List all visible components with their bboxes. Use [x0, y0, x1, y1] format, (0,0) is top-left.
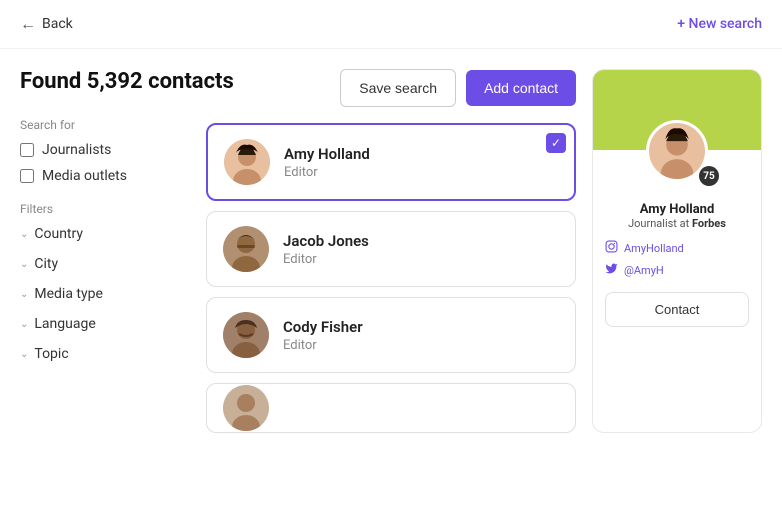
results-actions: Save search Add contact [340, 69, 576, 107]
contact-info-jacob: Jacob Jones Editor [283, 232, 559, 267]
twitter-handle: @AmyH [624, 264, 664, 277]
detail-outlet: Forbes [692, 217, 726, 230]
twitter-item[interactable]: @AmyH [605, 262, 749, 278]
detail-avatar-wrap: 75 [593, 120, 761, 182]
contact-card-fourth[interactable] [206, 383, 576, 433]
media-outlets-checkbox[interactable]: Media outlets [20, 168, 190, 184]
chevron-down-icon: ⌄ [20, 289, 28, 300]
media-outlets-checkbox-input[interactable] [20, 169, 34, 183]
detail-panel: 75 Amy Holland Journalist at Forbes AmyH… [592, 69, 762, 433]
filter-media-type[interactable]: ⌄ Media type [20, 286, 190, 302]
save-search-button[interactable]: Save search [340, 69, 456, 107]
score-badge: 75 [699, 166, 719, 186]
new-search-button[interactable]: + New search [677, 16, 762, 32]
chevron-down-icon: ⌄ [20, 319, 28, 330]
filter-city[interactable]: ⌄ City [20, 256, 190, 272]
filter-topic-label: Topic [34, 346, 68, 362]
chevron-down-icon: ⌄ [20, 349, 28, 360]
back-arrow-icon: ← [20, 14, 36, 34]
results-area: Save search Add contact Amy Holland [206, 69, 576, 433]
journalists-checkbox[interactable]: Journalists [20, 142, 190, 158]
detail-name: Amy Holland [605, 202, 749, 217]
chevron-down-icon: ⌄ [20, 259, 28, 270]
contact-info-fourth [283, 407, 559, 409]
avatar-jacob [223, 226, 269, 272]
filter-media-type-label: Media type [34, 286, 103, 302]
contact-button[interactable]: Contact [605, 292, 749, 327]
found-title: Found 5,392 contacts [20, 69, 190, 94]
journalists-checkbox-input[interactable] [20, 143, 34, 157]
media-outlets-label: Media outlets [42, 168, 127, 184]
journalists-label: Journalists [42, 142, 111, 158]
filter-language-label: Language [34, 316, 95, 332]
search-for-label: Search for [20, 118, 190, 132]
results-header: Save search Add contact [206, 69, 576, 107]
twitter-icon [605, 262, 618, 278]
contact-role-cody: Editor [283, 338, 559, 353]
contact-role-jacob: Editor [283, 252, 559, 267]
contact-name-amy: Amy Holland [284, 145, 558, 163]
contact-card-cody[interactable]: Cody Fisher Editor [206, 297, 576, 373]
back-label: Back [42, 16, 73, 32]
contact-info-cody: Cody Fisher Editor [283, 318, 559, 353]
avatar-cody [223, 312, 269, 358]
contact-name-cody: Cody Fisher [283, 318, 559, 336]
header: ← Back + New search [0, 0, 782, 49]
instagram-handle: AmyHolland [624, 242, 684, 255]
sidebar: Found 5,392 contacts Search for Journali… [20, 69, 190, 433]
add-contact-button[interactable]: Add contact [466, 70, 576, 106]
filter-country-label: Country [34, 226, 83, 242]
filter-country[interactable]: ⌄ Country [20, 226, 190, 242]
filter-language[interactable]: ⌄ Language [20, 316, 190, 332]
back-button[interactable]: ← Back [20, 14, 73, 34]
contact-info-amy: Amy Holland Editor [284, 145, 558, 180]
avatar-fourth [223, 385, 269, 431]
instagram-item[interactable]: AmyHolland [605, 240, 749, 256]
instagram-icon [605, 240, 618, 256]
contact-name-jacob: Jacob Jones [283, 232, 559, 250]
selected-check-icon: ✓ [546, 133, 566, 153]
detail-body: Amy Holland Journalist at Forbes AmyHoll… [593, 182, 761, 337]
detail-journalist-role: Journalist at Forbes [605, 217, 749, 230]
filter-topic[interactable]: ⌄ Topic [20, 346, 190, 362]
contact-list: Amy Holland Editor ✓ Jacob [206, 123, 576, 433]
filters-label: Filters [20, 202, 190, 216]
contact-card-amy[interactable]: Amy Holland Editor ✓ [206, 123, 576, 201]
contact-role-amy: Editor [284, 165, 558, 180]
main-content: Found 5,392 contacts Search for Journali… [0, 49, 782, 453]
contact-card-jacob[interactable]: Jacob Jones Editor [206, 211, 576, 287]
chevron-down-icon: ⌄ [20, 229, 28, 240]
avatar-amy [224, 139, 270, 185]
filter-city-label: City [34, 256, 58, 272]
detail-role-prefix: Journalist at [628, 217, 689, 230]
